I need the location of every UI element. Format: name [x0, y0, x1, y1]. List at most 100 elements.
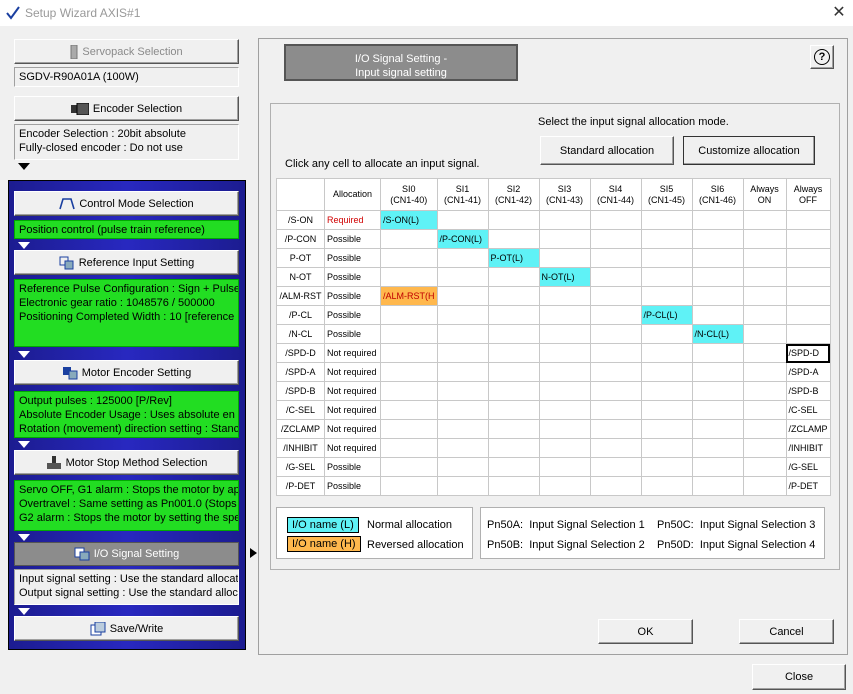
allocation-cell[interactable] [785, 229, 831, 249]
allocation-cell[interactable] [380, 267, 438, 287]
allocation-cell[interactable] [742, 476, 787, 496]
allocation-cell[interactable] [436, 457, 489, 477]
allocation-cell[interactable] [785, 210, 831, 230]
allocation-cell[interactable] [538, 362, 591, 382]
allocation-cell[interactable] [589, 438, 642, 458]
allocation-cell[interactable] [487, 362, 540, 382]
allocation-cell[interactable] [538, 457, 591, 477]
allocation-cell[interactable] [640, 248, 693, 268]
allocation-cell[interactable] [640, 210, 693, 230]
allocation-cell[interactable] [742, 343, 787, 363]
allocation-cell[interactable] [436, 210, 489, 230]
allocation-cell[interactable] [487, 267, 540, 287]
allocation-cell[interactable] [589, 324, 642, 344]
allocation-cell[interactable] [380, 476, 438, 496]
allocation-cell[interactable] [742, 457, 787, 477]
allocation-cell[interactable] [742, 267, 787, 287]
allocation-cell[interactable]: /P-CON(L) [436, 229, 489, 249]
allocation-cell[interactable] [691, 476, 744, 496]
allocation-cell[interactable] [640, 400, 693, 420]
allocation-cell[interactable] [785, 305, 831, 325]
customize-allocation-button[interactable]: Customize allocation [683, 136, 815, 165]
allocation-cell[interactable] [640, 438, 693, 458]
allocation-cell[interactable] [640, 267, 693, 287]
allocation-cell[interactable]: /ZCLAMP [785, 419, 831, 439]
allocation-cell[interactable]: /S-ON(L) [380, 210, 438, 230]
allocation-cell[interactable] [380, 400, 438, 420]
allocation-cell[interactable] [589, 476, 642, 496]
allocation-cell[interactable] [589, 343, 642, 363]
allocation-cell[interactable] [436, 419, 489, 439]
allocation-cell[interactable] [380, 248, 438, 268]
window-close-icon[interactable]: ✕ [826, 2, 852, 24]
allocation-cell[interactable]: /SPD-A [785, 362, 831, 382]
allocation-cell[interactable] [538, 305, 591, 325]
close-button[interactable]: Close [752, 664, 846, 690]
allocation-cell[interactable]: /P-DET [785, 476, 831, 496]
allocation-cell[interactable] [785, 324, 831, 344]
allocation-cell[interactable] [487, 286, 540, 306]
allocation-cell[interactable] [487, 324, 540, 344]
allocation-cell[interactable] [640, 286, 693, 306]
allocation-cell[interactable] [589, 267, 642, 287]
allocation-cell[interactable] [380, 324, 438, 344]
allocation-cell[interactable] [436, 381, 489, 401]
motor-encoder-setting-button[interactable]: Motor Encoder Setting [14, 360, 239, 385]
allocation-cell[interactable] [589, 400, 642, 420]
allocation-cell[interactable] [589, 248, 642, 268]
allocation-cell[interactable] [436, 286, 489, 306]
allocation-cell[interactable] [742, 305, 787, 325]
motor-stop-method-button[interactable]: Motor Stop Method Selection [14, 450, 239, 475]
allocation-cell[interactable] [589, 229, 642, 249]
allocation-cell[interactable] [538, 476, 591, 496]
allocation-cell[interactable] [640, 324, 693, 344]
allocation-cell[interactable]: N-OT(L) [538, 267, 591, 287]
allocation-cell[interactable] [589, 305, 642, 325]
allocation-cell[interactable] [487, 229, 540, 249]
allocation-cell[interactable]: /SPD-B [785, 381, 831, 401]
allocation-cell[interactable] [436, 324, 489, 344]
allocation-cell[interactable] [640, 476, 693, 496]
allocation-cell[interactable] [691, 438, 744, 458]
allocation-cell[interactable]: /ALM-RST(H [380, 286, 438, 306]
allocation-cell[interactable] [380, 343, 438, 363]
allocation-cell[interactable] [742, 438, 787, 458]
allocation-cell[interactable] [691, 362, 744, 382]
allocation-cell[interactable] [691, 229, 744, 249]
allocation-cell[interactable]: P-OT(L) [487, 248, 540, 268]
allocation-cell[interactable] [640, 457, 693, 477]
allocation-cell[interactable] [487, 210, 540, 230]
allocation-cell[interactable] [589, 457, 642, 477]
io-signal-setting-button[interactable]: I/O Signal Setting [14, 542, 239, 566]
allocation-cell[interactable] [538, 400, 591, 420]
allocation-cell[interactable] [691, 286, 744, 306]
allocation-cell[interactable] [380, 438, 438, 458]
allocation-cell[interactable] [640, 362, 693, 382]
allocation-cell[interactable] [691, 457, 744, 477]
allocation-cell[interactable] [538, 286, 591, 306]
allocation-cell[interactable] [436, 248, 489, 268]
allocation-cell[interactable] [691, 248, 744, 268]
allocation-cell[interactable] [538, 324, 591, 344]
allocation-cell[interactable] [487, 419, 540, 439]
allocation-cell[interactable] [691, 381, 744, 401]
allocation-cell[interactable] [380, 362, 438, 382]
allocation-cell[interactable] [691, 267, 744, 287]
allocation-cell[interactable] [691, 210, 744, 230]
allocation-cell[interactable] [742, 248, 787, 268]
allocation-cell[interactable] [538, 210, 591, 230]
allocation-cell[interactable] [487, 305, 540, 325]
allocation-cell[interactable] [742, 381, 787, 401]
allocation-cell[interactable] [487, 438, 540, 458]
allocation-cell[interactable] [538, 381, 591, 401]
allocation-cell[interactable] [436, 476, 489, 496]
allocation-cell[interactable] [436, 362, 489, 382]
allocation-cell[interactable] [691, 343, 744, 363]
allocation-cell[interactable]: /P-CL(L) [640, 305, 693, 325]
allocation-cell[interactable] [538, 419, 591, 439]
allocation-cell[interactable] [785, 248, 831, 268]
allocation-cell[interactable] [691, 419, 744, 439]
cancel-button[interactable]: Cancel [739, 619, 834, 644]
allocation-cell[interactable] [640, 419, 693, 439]
allocation-cell[interactable] [742, 210, 787, 230]
